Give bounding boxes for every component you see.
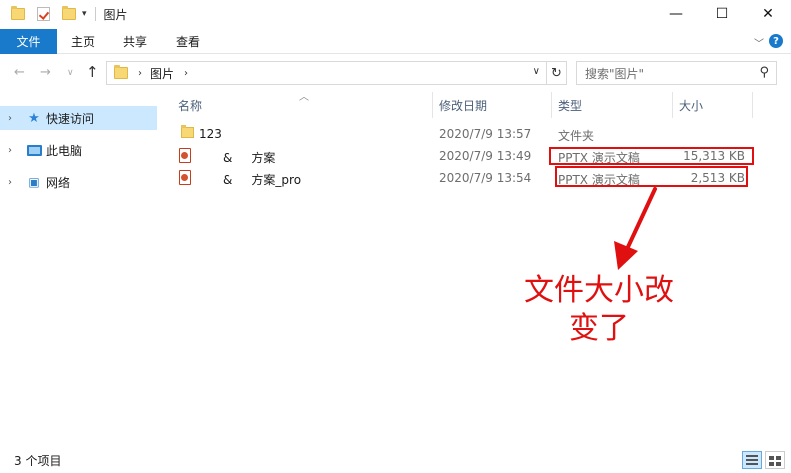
column-divider[interactable] — [551, 92, 552, 118]
navigation-bar: ← → ∨ ↑ › 图片 › ∨ ↻ 搜索"图片" ⚲ — [0, 54, 791, 92]
annotation-arrow — [614, 187, 657, 270]
annotation-text-line2: 变了 — [569, 311, 629, 346]
breadcrumb-pictures[interactable]: 图片 — [150, 65, 174, 82]
column-divider[interactable] — [752, 92, 753, 118]
chevron-right-icon[interactable]: › — [138, 68, 142, 79]
folder-icon[interactable] — [11, 6, 25, 20]
file-modified: 2020/7/9 13:57 — [439, 127, 532, 141]
column-type[interactable]: 类型 — [558, 97, 582, 114]
network-icon: ▣ — [28, 175, 40, 189]
file-row[interactable]: 123 2020/7/9 13:57 文件夹 — [160, 123, 791, 145]
column-name[interactable]: 名称 — [178, 97, 202, 114]
item-count: 3 个项目 — [14, 454, 62, 468]
recent-locations-icon[interactable]: ∨ — [67, 68, 74, 78]
folder-icon — [181, 125, 194, 138]
highlight-box — [549, 147, 754, 165]
file-modified: 2020/7/9 13:49 — [439, 149, 532, 163]
sidebar-item-label: 快速访问 — [46, 111, 95, 126]
navigation-pane: › ★ 快速访问 › 此电脑 › ▣ 网络 — [0, 92, 160, 447]
column-date-modified[interactable]: 修改日期 — [439, 97, 487, 114]
file-name: & 方案 — [223, 151, 276, 165]
file-name: & 方案_pro — [223, 173, 302, 187]
column-size[interactable]: 大小 — [679, 97, 703, 114]
pptx-icon — [179, 148, 191, 163]
column-headers: ︿ 名称 修改日期 类型 大小 — [160, 92, 791, 118]
file-modified: 2020/7/9 13:54 — [439, 171, 532, 185]
annotation-text-line1: 文件大小改 — [524, 273, 674, 308]
up-icon[interactable]: ↑ — [86, 63, 99, 81]
sidebar-item-quick-access[interactable]: › ★ 快速访问 — [0, 106, 157, 130]
tab-file[interactable]: 文件 — [0, 29, 57, 54]
new-folder-icon[interactable] — [62, 6, 76, 20]
star-icon: ★ — [28, 110, 40, 126]
maximize-button[interactable]: ☐ — [699, 0, 745, 28]
sidebar-item-network[interactable]: › ▣ 网络 — [0, 170, 157, 194]
customize-toolbar-icon[interactable]: ▾ — [82, 9, 87, 19]
search-placeholder: 搜索"图片" — [585, 66, 645, 81]
sidebar-item-label: 网络 — [46, 175, 71, 190]
file-name: 123 — [199, 127, 222, 141]
expand-icon[interactable]: › — [8, 145, 18, 156]
title-divider — [94, 7, 96, 21]
tab-share[interactable]: 共享 — [123, 29, 147, 54]
search-icon[interactable]: ⚲ — [759, 65, 769, 80]
sidebar-item-label: 此电脑 — [46, 143, 83, 158]
forward-icon[interactable]: → — [40, 65, 51, 80]
refresh-button[interactable]: ↻ — [547, 61, 567, 85]
column-divider[interactable] — [432, 92, 433, 118]
tab-home[interactable]: 主页 — [71, 29, 95, 54]
file-type: 文件夹 — [558, 129, 595, 143]
column-divider[interactable] — [672, 92, 673, 118]
highlight-box — [555, 166, 748, 187]
tab-view[interactable]: 查看 — [176, 29, 200, 54]
back-icon[interactable]: ← — [14, 65, 25, 80]
large-icons-view-button[interactable] — [765, 451, 785, 469]
address-bar[interactable]: › 图片 › ∨ — [106, 61, 547, 85]
properties-icon[interactable] — [37, 7, 50, 21]
search-input[interactable]: 搜索"图片" ⚲ — [576, 61, 777, 85]
expand-icon[interactable]: › — [8, 177, 18, 188]
title-bar: ▾ 图片 — ☐ ✕ — [0, 0, 791, 28]
status-bar: 3 个项目 — [0, 447, 791, 473]
window-controls: — ☐ ✕ — [653, 0, 791, 28]
chevron-right-icon[interactable]: › — [184, 68, 188, 79]
sort-ascending-icon: ︿ — [299, 92, 309, 103]
expand-icon[interactable]: › — [8, 113, 18, 124]
close-button[interactable]: ✕ — [745, 0, 791, 28]
window-title: 图片 — [103, 7, 128, 22]
expand-ribbon-icon[interactable]: ﹀ — [754, 35, 764, 50]
pptx-icon — [179, 170, 191, 185]
chevron-down-icon[interactable]: ∨ — [533, 66, 540, 77]
computer-icon — [26, 143, 42, 157]
folder-icon — [114, 65, 128, 79]
sidebar-item-this-pc[interactable]: › 此电脑 — [0, 138, 157, 162]
help-icon[interactable]: ? — [769, 34, 783, 48]
minimize-button[interactable]: — — [653, 0, 699, 28]
details-view-button[interactable] — [742, 451, 762, 469]
ribbon-tabs: 文件 主页 共享 查看 ﹀ ? — [0, 28, 791, 54]
